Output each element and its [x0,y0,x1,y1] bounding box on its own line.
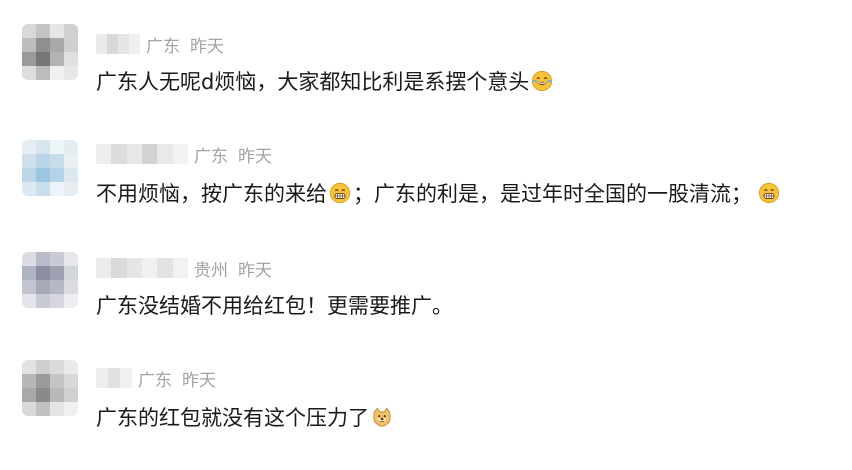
comment-item: 广东 昨天 广东人无呢d烦恼，大家都知比利是系摆个意头 [0,24,852,134]
comment-text-part: 广东没结婚不用给红包！更需要推广。 [96,294,453,318]
comment-item: 广东 昨天 不用烦恼，按广东的来给 ；广东的利是，是过年时全国的一股清流； [0,140,852,250]
time-label: 昨天 [182,370,216,391]
avatar[interactable] [22,24,78,80]
time-label: 昨天 [238,260,272,281]
username-blurred[interactable] [96,368,132,388]
comment-meta: 广东 昨天 [96,30,234,58]
comment-item: 贵州 昨天 广东没结婚不用给红包！更需要推广。 [0,252,852,362]
username-blurred[interactable] [96,258,188,278]
comment-meta: 贵州 昨天 [96,254,282,282]
comment-item: 广东 昨天 广东的红包就没有这个压力了 [0,360,852,470]
comment-text-part: 广东人无呢d烦恼，大家都知比利是系摆个意头 [96,70,530,94]
grinning-icon [329,182,351,204]
time-label: 昨天 [190,36,224,57]
laughing-tears-icon [532,70,553,92]
avatar[interactable] [22,252,78,308]
comment-text: 广东的红包就没有这个压力了 [96,402,395,432]
comment-text: 不用烦恼，按广东的来给 ；广东的利是，是过年时全国的一股清流； [96,178,782,208]
avatar[interactable] [22,140,78,196]
location-label: 广东 [138,370,172,391]
location-label: 贵州 [194,260,228,281]
comment-text: 广东人无呢d烦恼，大家都知比利是系摆个意头 [96,66,555,96]
comment-text: 广东没结婚不用给红包！更需要推广。 [96,290,453,320]
comment-meta: 广东 昨天 [96,364,226,392]
comment-text-part: 广东的红包就没有这个压力了 [96,406,369,430]
time-label: 昨天 [238,146,272,167]
comment-meta: 广东 昨天 [96,140,282,168]
grinning-icon [758,182,780,204]
username-blurred[interactable] [96,144,188,164]
doge-icon [373,407,391,427]
location-label: 广东 [194,146,228,167]
comment-text-part: 不用烦恼，按广东的来给 [96,182,327,206]
comment-text-part: ；广东的利是，是过年时全国的一股清流； [353,182,752,206]
location-label: 广东 [146,36,180,57]
username-blurred[interactable] [96,34,140,54]
avatar[interactable] [22,360,78,416]
